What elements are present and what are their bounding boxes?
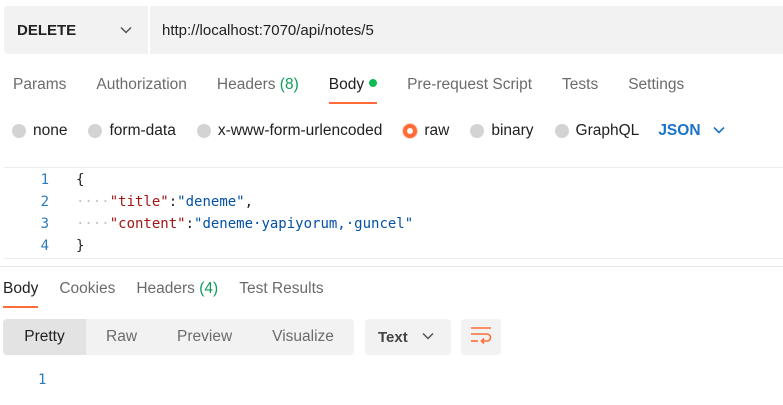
json-comma: , bbox=[244, 194, 254, 210]
tab-tests[interactable]: Tests bbox=[562, 74, 598, 102]
tab-label: Cookies bbox=[59, 280, 116, 297]
response-tab-test-results[interactable]: Test Results bbox=[239, 278, 323, 306]
response-tab-cookies[interactable]: Cookies bbox=[59, 278, 115, 306]
radio-graphql[interactable]: GraphQL bbox=[554, 122, 640, 140]
headers-count: (4) bbox=[199, 280, 219, 297]
radio-circle bbox=[196, 124, 211, 138]
code-text: { bbox=[76, 172, 84, 188]
response-format-label: Text bbox=[378, 328, 408, 346]
code-text: } bbox=[76, 238, 84, 254]
json-key: "title" bbox=[109, 194, 169, 210]
body-format-label: JSON bbox=[658, 122, 701, 139]
code-text: ····"content":"deneme·yapiyorum,·guncel" bbox=[76, 216, 413, 232]
tab-label: Body bbox=[328, 76, 365, 93]
json-colon: : bbox=[185, 216, 195, 232]
body-indicator-dot bbox=[369, 78, 378, 87]
indent-whitespace: ···· bbox=[76, 216, 110, 232]
radio-binary[interactable]: binary bbox=[470, 122, 534, 140]
body-format-select[interactable]: JSON bbox=[658, 122, 725, 140]
tab-label: Test Results bbox=[239, 280, 324, 297]
radio-none[interactable]: none bbox=[12, 122, 67, 140]
radio-label: x-www-form-urlencoded bbox=[217, 122, 383, 139]
tab-settings[interactable]: Settings bbox=[628, 74, 684, 102]
tab-headers[interactable]: Headers (8) bbox=[217, 74, 299, 102]
code-text: ····"title":"deneme", bbox=[76, 194, 253, 210]
json-value: "deneme·yapiyorum,·guncel" bbox=[194, 216, 414, 232]
tab-params[interactable]: Params bbox=[13, 74, 66, 102]
response-divider[interactable] bbox=[0, 266, 783, 267]
chevron-down-icon bbox=[120, 23, 132, 37]
view-pretty-button[interactable]: Pretty bbox=[3, 319, 86, 355]
response-tabs: Body Cookies Headers (4) Test Results bbox=[3, 278, 345, 308]
tab-label: Params bbox=[13, 76, 67, 93]
line-number: 2 bbox=[40, 194, 49, 210]
radio-label: none bbox=[33, 122, 68, 139]
tab-label: Tests bbox=[562, 76, 599, 93]
radio-label: GraphQL bbox=[575, 122, 640, 139]
response-line-number: 1 bbox=[38, 372, 47, 388]
tab-label: Headers bbox=[216, 76, 276, 93]
radio-circle bbox=[470, 124, 485, 138]
headers-count: (8) bbox=[279, 76, 299, 93]
line-number: 1 bbox=[40, 172, 49, 188]
radio-form-data[interactable]: form-data bbox=[88, 122, 176, 140]
view-preview-button[interactable]: Preview bbox=[157, 319, 252, 355]
close-brace: } bbox=[76, 238, 85, 254]
response-view-modes: Pretty Raw Preview Visualize bbox=[3, 319, 354, 355]
radio-circle bbox=[88, 124, 103, 138]
line-number: 4 bbox=[40, 238, 49, 254]
chevron-down-icon bbox=[422, 331, 434, 343]
response-tab-headers[interactable]: Headers (4) bbox=[136, 278, 218, 306]
radio-raw[interactable]: raw bbox=[403, 122, 449, 140]
json-value: "deneme" bbox=[177, 194, 245, 210]
wrap-lines-button[interactable] bbox=[461, 319, 501, 355]
radio-label: raw bbox=[424, 122, 450, 139]
json-key: "content" bbox=[109, 216, 186, 232]
chevron-down-icon bbox=[712, 125, 725, 137]
method-select[interactable]: DELETE bbox=[4, 6, 148, 54]
radio-label: binary bbox=[491, 122, 534, 139]
editor-line: 3 ····"content":"deneme·yapiyorum,·gunce… bbox=[4, 213, 783, 235]
radio-label: form-data bbox=[109, 122, 176, 139]
request-body-editor[interactable]: 1 { 2 ····"title":"deneme", 3 ····"conte… bbox=[4, 167, 783, 259]
wrap-lines-icon bbox=[470, 326, 492, 349]
response-format-select[interactable]: Text bbox=[365, 319, 451, 355]
json-colon: : bbox=[168, 194, 178, 210]
tab-label: Settings bbox=[628, 76, 685, 93]
indent-whitespace: ···· bbox=[76, 194, 110, 210]
radio-circle-selected bbox=[403, 124, 418, 138]
tab-authorization[interactable]: Authorization bbox=[96, 74, 186, 102]
request-tabs: Params Authorization Headers (8) Body Pr… bbox=[13, 74, 714, 104]
open-brace: { bbox=[76, 172, 85, 188]
radio-circle bbox=[12, 124, 26, 138]
response-tab-body[interactable]: Body bbox=[3, 278, 39, 308]
editor-line: 4 } bbox=[4, 235, 783, 257]
editor-line: 1 { bbox=[4, 169, 783, 191]
editor-line: 2 ····"title":"deneme", bbox=[4, 191, 783, 213]
tab-pre-request-script[interactable]: Pre-request Script bbox=[407, 74, 532, 102]
tab-label: Body bbox=[3, 280, 39, 297]
line-number: 3 bbox=[40, 216, 49, 232]
radio-x-www-form-urlencoded[interactable]: x-www-form-urlencoded bbox=[196, 122, 383, 140]
method-label: DELETE bbox=[17, 21, 77, 39]
view-raw-button[interactable]: Raw bbox=[86, 319, 157, 355]
view-visualize-button[interactable]: Visualize bbox=[252, 319, 354, 355]
request-url-bar: DELETE http://localhost:7070/api/notes/5 bbox=[4, 6, 783, 54]
tab-body[interactable]: Body bbox=[328, 74, 378, 104]
url-input[interactable]: http://localhost:7070/api/notes/5 bbox=[150, 6, 783, 54]
radio-circle bbox=[554, 124, 569, 138]
tab-label: Pre-request Script bbox=[407, 76, 533, 93]
tab-label: Authorization bbox=[96, 76, 187, 93]
body-type-options: none form-data x-www-form-urlencoded raw… bbox=[12, 120, 725, 142]
tab-label: Headers bbox=[136, 280, 195, 297]
